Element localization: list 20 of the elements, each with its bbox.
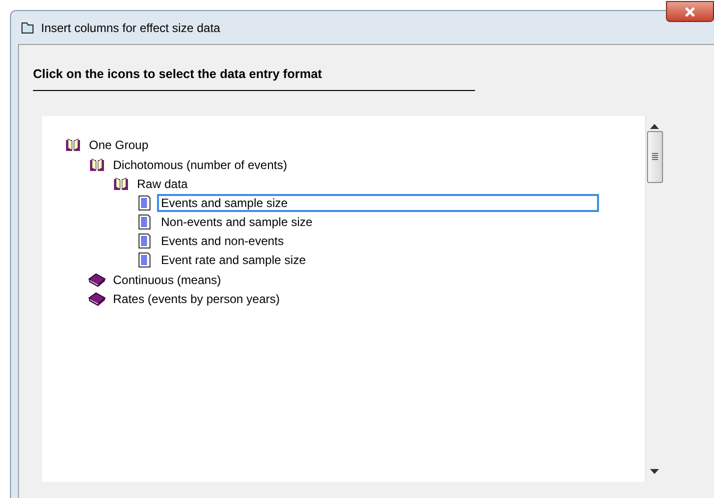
tree-item[interactable]: Dichotomous (number of events) (109, 156, 292, 174)
tree-item[interactable]: Non-events and sample size (157, 213, 316, 232)
tree-item[interactable]: Events and sample size (157, 194, 599, 212)
tree-item[interactable]: Raw data (133, 174, 192, 193)
open-book-icon[interactable] (112, 176, 130, 192)
window-title: Insert columns for effect size data (41, 20, 220, 36)
closed-book-icon[interactable] (88, 290, 106, 307)
open-book-icon[interactable] (88, 156, 106, 173)
tree-item[interactable]: One Group (85, 136, 152, 154)
close-button[interactable] (666, 1, 714, 22)
closed-book-icon[interactable] (88, 272, 106, 288)
scroll-down-icon[interactable] (650, 468, 659, 474)
tree-item[interactable]: Events and non-events (157, 232, 288, 250)
close-icon (684, 7, 696, 18)
tree-item[interactable]: Continuous (means) (109, 270, 226, 289)
open-book-icon[interactable] (64, 137, 82, 154)
tree-item[interactable]: Rates (events by person years) (109, 290, 284, 308)
section-heading: Click on the icons to select the data entry format (33, 65, 475, 91)
scroll-thumb[interactable] (646, 130, 662, 183)
tree-item[interactable]: Event rate and sample size (157, 251, 310, 270)
